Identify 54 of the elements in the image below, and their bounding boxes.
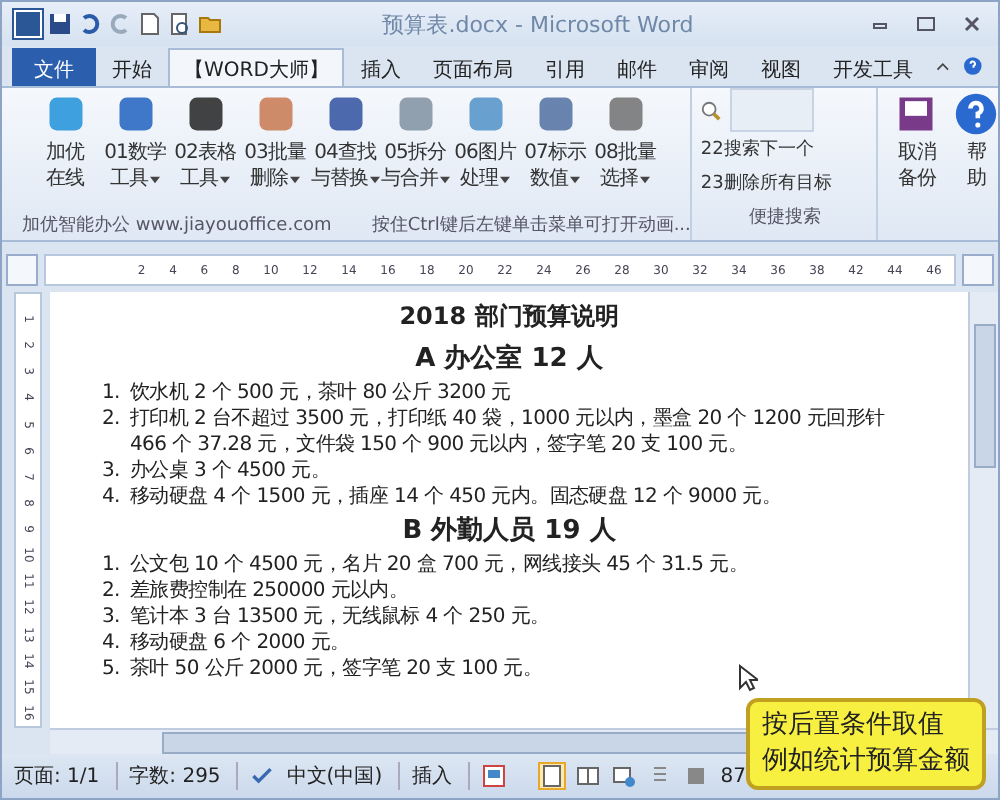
list-item-text: 饮水机 2 个 500 元，茶叶 80 公斤 3200 元 [130, 380, 511, 406]
ribbon-footer-text: 加优智能办公 www.jiayouoffice.com [22, 213, 332, 237]
callout-text: 按后置条件取值 [762, 708, 946, 744]
section-heading: A 办公室 12 人 [413, 341, 605, 376]
ribbon-tool-button[interactable]: 加优 在线 [30, 92, 100, 208]
list-number: 5. [102, 656, 122, 682]
list-number: 4. [102, 630, 122, 656]
ribbon-footer-hint: 按住Ctrl键后左键单击菜单可打开动画... [371, 213, 691, 237]
document-title: 2018 部门预算说明 [397, 300, 621, 334]
list-item-text: 办公桌 3 个 4500 元。 [130, 458, 331, 484]
list-item-text: 打印机 2 台不超过 3500 元，打印纸 40 袋，1000 元以内，墨盒 20 个 1200 元回形针 466 个 37.28 元，文件袋 150 个 900 元以内，签字笔 20 支 100 元。 [130, 406, 887, 458]
list-item-text: 移动硬盘 4 个 1500 元，插座 14 个 450 元内。固态硬盘 12 个 9000 元。 [130, 484, 782, 510]
section-heading: B 外勤人员 19 人 [400, 514, 618, 548]
list-number: 2. [102, 406, 122, 434]
list-number: 3. [102, 604, 122, 630]
ribbon-tool-button[interactable]: 06图片 处理 [450, 92, 520, 208]
list-number: 1. [102, 380, 122, 406]
ribbon-tab[interactable]: 开发工具 [816, 48, 929, 86]
list-item-text: 差旅费控制在 250000 元以内。 [130, 578, 409, 604]
ribbon-tool-button[interactable]: 05拆分 与合并 [380, 92, 450, 208]
list-number: 3. [102, 458, 122, 484]
ribbon-tab[interactable]: 文件 [12, 48, 96, 86]
ribbon-tool-button[interactable]: 01数学 工具 [100, 92, 170, 208]
ribbon-tab[interactable]: 视图 [744, 48, 817, 86]
callout-text: 例如统计预算金额 [762, 744, 970, 780]
ribbon-tool-button[interactable]: 08批量 选择 [590, 92, 660, 208]
ribbon-tool-button[interactable]: 取消 备份 [886, 92, 947, 236]
list-item-text: 茶叶 50 公斤 2000 元，签字笔 20 支 100 元。 [130, 656, 543, 682]
search-command[interactable]: 22搜索下一个 [700, 132, 814, 166]
ribbon-tab[interactable]: 页面布局 [416, 48, 529, 86]
ribbon-tool-button[interactable]: 03批量 删除 [240, 92, 310, 208]
word-count[interactable]: 字数: 295 [129, 762, 239, 790]
ribbon-tab[interactable]: 邮件 [600, 48, 673, 86]
ribbon-tab[interactable]: 审阅 [672, 48, 745, 86]
ribbon-tool-button[interactable]: 02表格 工具 [170, 92, 240, 208]
insert-mode[interactable]: 插入 [412, 762, 471, 790]
ribbon-tab[interactable]: 插入 [344, 48, 417, 86]
list-item-text: 公文包 10 个 4500 元，名片 20 盒 700 元，网线接头 45 个 31.5 元。 [130, 552, 749, 578]
page-count[interactable]: 页面: 1/1 [14, 762, 118, 790]
list-item-text: 移动硬盘 6 个 2000 元。 [130, 630, 350, 656]
list-number: 2. [102, 578, 122, 604]
ribbon-tab[interactable]: 引用 [528, 48, 601, 86]
ribbon-tool-button[interactable]: 07标示 数值 [520, 92, 590, 208]
window-title: 预算表.docx - Microsoft Word [380, 9, 696, 39]
ribbon-tool-button[interactable]: 04查找 与替换 [310, 92, 380, 208]
list-number: 4. [102, 484, 122, 510]
list-item-text: 笔计本 3 台 13500 元，无线鼠标 4 个 250 元。 [130, 604, 550, 630]
list-number: 1. [102, 552, 122, 578]
ribbon-tool-button[interactable]: 帮 助 [946, 92, 998, 236]
ribbon-tab[interactable]: 【WORD大师】 [168, 48, 345, 86]
search-command[interactable]: 23删除所有目标 [700, 166, 832, 200]
language-indicator[interactable]: 中文(中国) [286, 762, 401, 790]
ribbon-tab[interactable]: 开始 [96, 48, 168, 86]
group-label: 便捷搜索 [748, 205, 821, 229]
